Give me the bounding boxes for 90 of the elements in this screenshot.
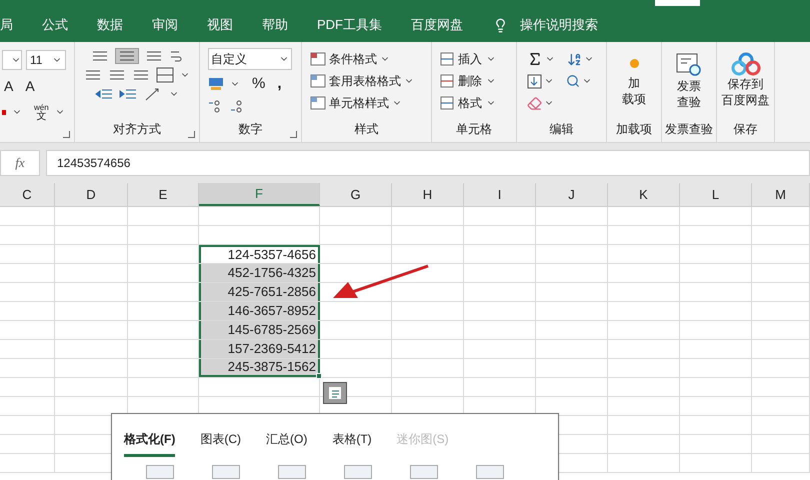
menu-tab[interactable]: 局 — [0, 15, 13, 35]
ribbon-large-button[interactable]: 加 载项 — [622, 52, 646, 107]
align-icon — [145, 49, 163, 63]
cells-menu-button[interactable]: 插入 — [440, 48, 508, 70]
table-cell[interactable]: 124-5357-4656 — [199, 245, 320, 263]
fill-icon[interactable] — [527, 74, 542, 88]
quick-analysis-tab[interactable]: 图表(C) — [200, 430, 241, 457]
column-header[interactable]: H — [392, 183, 464, 206]
font-color-swatch[interactable] — [2, 110, 6, 114]
column-header[interactable]: M — [752, 183, 810, 206]
group-label: 加载项 — [616, 121, 652, 138]
dialog-launcher-icon[interactable] — [290, 131, 297, 138]
column-header[interactable]: L — [680, 183, 752, 206]
align-icon — [91, 49, 109, 63]
group-label: 对齐方式 — [113, 121, 161, 138]
quick-analysis-button[interactable] — [323, 382, 347, 404]
align-icon — [108, 68, 126, 82]
group-label: 保存 — [734, 121, 758, 138]
group-label: 样式 — [354, 121, 378, 138]
font-size-button[interactable]: A — [4, 76, 14, 97]
font-size-button[interactable]: A — [25, 76, 35, 97]
cells-menu-button[interactable]: 删除 — [440, 70, 508, 92]
number-format-field[interactable]: 自定义 — [208, 48, 292, 70]
formula-input[interactable]: 12453574656 — [46, 150, 810, 176]
column-header[interactable]: F — [199, 183, 320, 206]
comma-button[interactable]: , — [277, 73, 282, 96]
middle-align-button[interactable] — [115, 48, 139, 64]
table-cell[interactable]: 245-3875-1562 — [199, 359, 320, 377]
ribbon-large-button[interactable]: 发票 查验 — [675, 52, 703, 110]
menu-tab[interactable]: 审阅 — [152, 15, 178, 35]
menu-tab[interactable]: 帮助 — [262, 15, 288, 35]
search-icon[interactable] — [566, 74, 580, 88]
align-icon — [118, 49, 136, 63]
tell-me-search[interactable]: 操作说明搜索 — [520, 15, 598, 35]
eraser-icon[interactable] — [527, 96, 542, 110]
lightbulb-icon — [493, 18, 508, 32]
quick-analysis-tab[interactable]: 表格(T) — [332, 430, 372, 457]
ribbon-large-button[interactable]: 保存到 百度网盘 — [722, 52, 770, 108]
font-name-field[interactable] — [2, 50, 22, 70]
quick-analysis-tab[interactable]: 格式化(F) — [124, 430, 176, 457]
column-header[interactable]: C — [0, 183, 55, 206]
phonetic-guide-button[interactable]: wén 文 — [34, 103, 49, 121]
group-label: 编辑 — [550, 121, 574, 138]
table-cell[interactable]: 146-3657-8952 — [199, 302, 320, 320]
menu-tab[interactable]: PDF工具集 — [317, 15, 382, 35]
align-icon — [132, 68, 150, 82]
column-header[interactable]: I — [464, 183, 536, 206]
table-cells-icon — [440, 52, 454, 66]
group-label: 发票查验 — [665, 121, 713, 138]
style-menu-button[interactable]: 套用表格格式 — [310, 70, 423, 92]
percent-button[interactable]: % — [252, 73, 266, 96]
table-style-icon — [310, 96, 326, 110]
column-header[interactable]: K — [608, 183, 680, 206]
column-header[interactable]: D — [55, 183, 128, 206]
font-size-field[interactable]: 11 — [26, 50, 66, 70]
quick-analysis-tab[interactable]: 汇总(O) — [266, 430, 308, 457]
menu-tab[interactable]: 数据 — [97, 15, 123, 35]
style-menu-button[interactable]: 条件格式 — [310, 48, 423, 70]
invoice-search-icon — [675, 52, 703, 78]
menu-tab[interactable]: 公式 — [42, 15, 68, 35]
column-header[interactable]: J — [536, 183, 608, 206]
dialog-launcher-icon[interactable] — [63, 131, 70, 138]
sort-icon[interactable] — [567, 52, 582, 66]
quick-analysis-icon — [328, 386, 342, 400]
decrease-indent-icon — [95, 87, 113, 101]
table-cell[interactable]: 145-6785-2569 — [199, 321, 320, 339]
dialog-launcher-icon[interactable] — [188, 131, 195, 138]
table-style-icon — [310, 52, 326, 66]
function-button[interactable]: fx — [0, 150, 40, 176]
column-header[interactable]: G — [320, 183, 392, 206]
increase-decimal-icon — [208, 98, 222, 112]
table-cell[interactable]: 157-2369-5412 — [199, 340, 320, 358]
decrease-decimal-icon — [230, 98, 244, 112]
table-cells-icon — [440, 74, 454, 88]
table-style-icon — [310, 74, 326, 88]
currency-icon — [208, 76, 224, 92]
cloud-icon — [730, 52, 760, 76]
style-menu-button[interactable]: 单元格样式 — [310, 92, 423, 114]
menu-tab[interactable]: 视图 — [207, 15, 233, 35]
table-cells-icon — [440, 96, 454, 110]
cells-menu-button[interactable]: 格式 — [440, 92, 508, 114]
align-icon — [84, 68, 102, 82]
group-label: 单元格 — [456, 121, 492, 138]
merge-cells-icon — [156, 67, 174, 83]
fill-handle[interactable] — [316, 373, 322, 379]
table-cell[interactable]: 452-1756-4325 — [199, 264, 320, 282]
group-label: 数字 — [238, 121, 262, 138]
increase-indent-icon — [119, 87, 137, 101]
menu-tab[interactable]: 百度网盘 — [411, 15, 463, 35]
table-cell[interactable]: 425-7651-2856 — [199, 283, 320, 301]
